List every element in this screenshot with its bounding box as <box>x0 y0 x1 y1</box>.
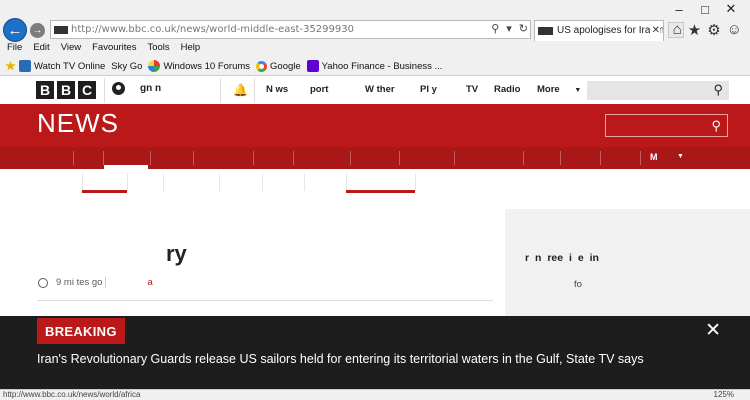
tab-active-underline <box>346 190 415 193</box>
address-bar[interactable]: http://www.bbc.co.uk/news/world-middle-e… <box>50 20 531 39</box>
menu-view[interactable]: View <box>61 42 81 56</box>
section-tabs <box>0 169 750 195</box>
location-search-input[interactable]: ⚲ <box>605 114 728 137</box>
search-icon[interactable]: ⚲ <box>713 82 723 98</box>
windows-forums-icon <box>148 60 161 72</box>
location-pin-icon[interactable]: ⚲ <box>711 118 721 134</box>
menu-edit[interactable]: Edit <box>33 42 49 56</box>
add-favourite-star-icon[interactable] <box>5 60 16 71</box>
subnav-more-caret-icon: ▼ <box>677 153 684 160</box>
browser-chrome: – □ ✕ ← → http://www.bbc.co.uk/news/worl… <box>0 0 750 76</box>
nav-sport[interactable]: port <box>310 84 365 95</box>
status-url: http://www.bbc.co.uk/news/world/africa <box>3 390 141 399</box>
back-button[interactable]: ← <box>3 18 27 42</box>
nav-radio[interactable]: Radio <box>494 84 537 95</box>
nav-news[interactable]: N ws <box>256 84 310 95</box>
menu-bar: File Edit View Favourites Tools Help <box>0 42 211 56</box>
nav-iplayer[interactable]: Pl y <box>420 84 466 95</box>
divider <box>37 300 493 301</box>
favourite-yahoo-finance[interactable]: Yahoo Finance - Business ... <box>306 60 442 72</box>
sidebar-subtitle: fo <box>574 279 582 290</box>
sign-in-link[interactable]: gn n <box>112 82 161 95</box>
tab-active-underline <box>82 190 127 193</box>
news-sub-nav: M ▼ <box>0 147 750 169</box>
favorites-star-icon[interactable]: ★ <box>688 21 701 39</box>
subnav-more[interactable]: M <box>650 152 658 162</box>
address-url[interactable]: http://www.bbc.co.uk/news/world-middle-e… <box>71 24 354 35</box>
status-bar: http://www.bbc.co.uk/news/world/africa 1… <box>0 389 750 400</box>
breaking-label: BREAKING <box>37 318 125 344</box>
tab-title: US apologises for Iran na... <box>557 25 664 36</box>
bbc-global-nav: B B C gn n 🔔 N ws port W ther Pl y TV Ra… <box>0 77 750 104</box>
favourites-bar: Watch TV Online Sky Go Windows 10 Forums… <box>0 58 448 74</box>
minimize-button[interactable]: – <box>666 0 692 18</box>
window-controls: – □ ✕ <box>666 0 744 18</box>
web-page: B B C gn n 🔔 N ws port W ther Pl y TV Ra… <box>0 77 750 400</box>
settings-gear-icon[interactable]: ⚙ <box>707 21 720 39</box>
bbc-favicon-icon <box>54 26 68 34</box>
article-time: 9 mi tes go <box>56 277 103 288</box>
article-headline: ry <box>166 241 187 266</box>
menu-tools[interactable]: Tools <box>147 42 169 56</box>
sidebar-title[interactable]: r n ree i e in <box>525 252 599 264</box>
favourite-watch-tv[interactable]: Watch TV Online <box>19 60 105 72</box>
tv-icon <box>19 60 31 72</box>
menu-help[interactable]: Help <box>181 42 201 56</box>
menu-favourites[interactable]: Favourites <box>92 42 136 56</box>
nav-weather[interactable]: W ther <box>365 84 420 95</box>
home-icon[interactable]: ⌂ <box>673 21 682 39</box>
news-title[interactable]: NEWS <box>37 108 119 139</box>
close-window-button[interactable]: ✕ <box>718 0 744 18</box>
smiley-feedback-icon[interactable]: ☺ <box>727 21 742 39</box>
yahoo-icon <box>306 60 319 72</box>
search-icon[interactable]: ⚲ <box>491 22 499 35</box>
favourite-windows-10-forums[interactable]: Windows 10 Forums <box>148 60 250 72</box>
favourite-google[interactable]: Google <box>256 60 301 72</box>
bbc-logo[interactable]: B B C <box>36 81 96 99</box>
forward-button[interactable]: → <box>30 23 45 38</box>
clock-icon <box>38 277 48 288</box>
article-meta: 9 mi tes go a <box>38 277 153 288</box>
menu-file[interactable]: File <box>7 42 22 56</box>
news-masthead: NEWS ⚲ <box>0 104 750 147</box>
nav-tv[interactable]: TV <box>466 84 494 95</box>
article-section-link[interactable]: a <box>147 277 152 288</box>
user-icon <box>112 82 125 95</box>
breaking-headline[interactable]: Iran's Revolutionary Guards release US s… <box>37 352 644 366</box>
breaking-news-banner: BREAKING ✕ Iran's Revolutionary Guards r… <box>0 316 750 389</box>
notifications-bell-icon[interactable]: 🔔 <box>233 83 248 97</box>
maximize-button[interactable]: □ <box>692 0 718 18</box>
bbc-search-input[interactable]: ⚲ <box>587 81 729 100</box>
tab-favicon-icon <box>538 27 553 35</box>
dropdown-icon[interactable]: ▾ <box>506 22 512 35</box>
close-icon[interactable]: ✕ <box>705 319 721 342</box>
nav-more[interactable]: More ▼ <box>537 84 585 95</box>
refresh-icon[interactable]: ↻ <box>519 22 528 35</box>
google-icon <box>256 60 268 72</box>
more-caret-icon: ▼ <box>574 87 582 94</box>
browser-tab[interactable]: US apologises for Iran na... ✕ <box>534 20 664 41</box>
zoom-level[interactable]: 125% <box>714 390 734 399</box>
favourite-sky-go[interactable]: Sky Go <box>111 61 142 72</box>
bbc-nav-links: N ws port W ther Pl y TV Radio More ▼ <box>256 84 585 95</box>
navigation-row: ← → http://www.bbc.co.uk/news/world-midd… <box>0 18 750 42</box>
tab-close-icon[interactable]: ✕ <box>649 25 660 36</box>
